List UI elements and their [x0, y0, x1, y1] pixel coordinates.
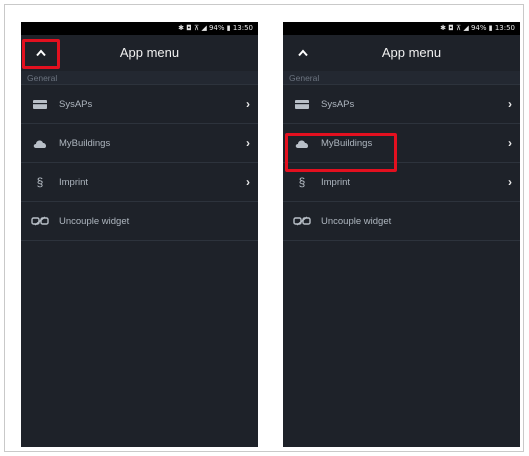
- menu-item-sysaps[interactable]: SysAPs ›: [283, 85, 520, 124]
- server-icon: [293, 97, 311, 111]
- highlight-mybuildings-item: [285, 133, 397, 172]
- status-bar: ✱ ◘ ⊼ ◢ 94% ▮ 13:50: [21, 22, 258, 35]
- status-icons: ✱ ◘ ⊼ ◢: [178, 24, 209, 32]
- chevron-right-icon: ›: [508, 97, 512, 111]
- chevron-right-icon: ›: [246, 175, 250, 189]
- server-icon: [31, 97, 49, 111]
- chevron-right-icon: ›: [246, 136, 250, 150]
- menu-item-label: Imprint: [59, 176, 89, 188]
- menu-item-label: SysAPs: [59, 98, 93, 110]
- menu-item-label: SysAPs: [321, 98, 355, 110]
- battery-text: 94%: [470, 24, 487, 32]
- menu-item-uncouple-widget[interactable]: Uncouple widget: [283, 202, 520, 241]
- status-bar: ✱ ◘ ⊼ ◢ 94% ▮ 13:50: [283, 22, 520, 35]
- menu-item-sysaps[interactable]: SysAPs ›: [21, 85, 258, 124]
- menu-item-label: Uncouple widget: [59, 215, 130, 227]
- chevron-right-icon: ›: [246, 97, 250, 111]
- screenshot-frame: ✱ ◘ ⊼ ◢ 94% ▮ 13:50 App menu General Sys…: [4, 4, 524, 452]
- clock-text: 13:50: [232, 24, 253, 32]
- app-bar: App menu: [283, 35, 520, 71]
- battery-icon: ▮: [486, 24, 495, 32]
- phone-screen-left: ✱ ◘ ⊼ ◢ 94% ▮ 13:50 App menu General Sys…: [21, 22, 258, 447]
- battery-icon: ▮: [224, 24, 233, 32]
- menu-item-label: MyBuildings: [59, 137, 111, 149]
- clock-text: 13:50: [494, 24, 515, 32]
- section-header: General: [21, 71, 258, 85]
- chevron-right-icon: ›: [508, 136, 512, 150]
- unlink-icon: [31, 214, 49, 228]
- highlight-collapse-button: [22, 39, 60, 69]
- menu-item-uncouple-widget[interactable]: Uncouple widget: [21, 202, 258, 241]
- section-header: General: [283, 71, 520, 85]
- phone-screen-right: ✱ ◘ ⊼ ◢ 94% ▮ 13:50 App menu General Sys…: [283, 22, 520, 447]
- menu-item-mybuildings[interactable]: MyBuildings ›: [21, 124, 258, 163]
- battery-text: 94%: [208, 24, 225, 32]
- section-sign-icon: §: [298, 175, 306, 189]
- menu-item-label: Uncouple widget: [321, 215, 392, 227]
- menu-item-label: Imprint: [321, 176, 351, 188]
- section-sign-icon: §: [36, 175, 44, 189]
- app-title: App menu: [381, 45, 442, 60]
- menu-item-imprint[interactable]: § Imprint ›: [21, 163, 258, 202]
- unlink-icon: [293, 214, 311, 228]
- cloud-icon: [31, 136, 49, 150]
- chevron-right-icon: ›: [508, 175, 512, 189]
- status-icons: ✱ ◘ ⊼ ◢: [440, 24, 471, 32]
